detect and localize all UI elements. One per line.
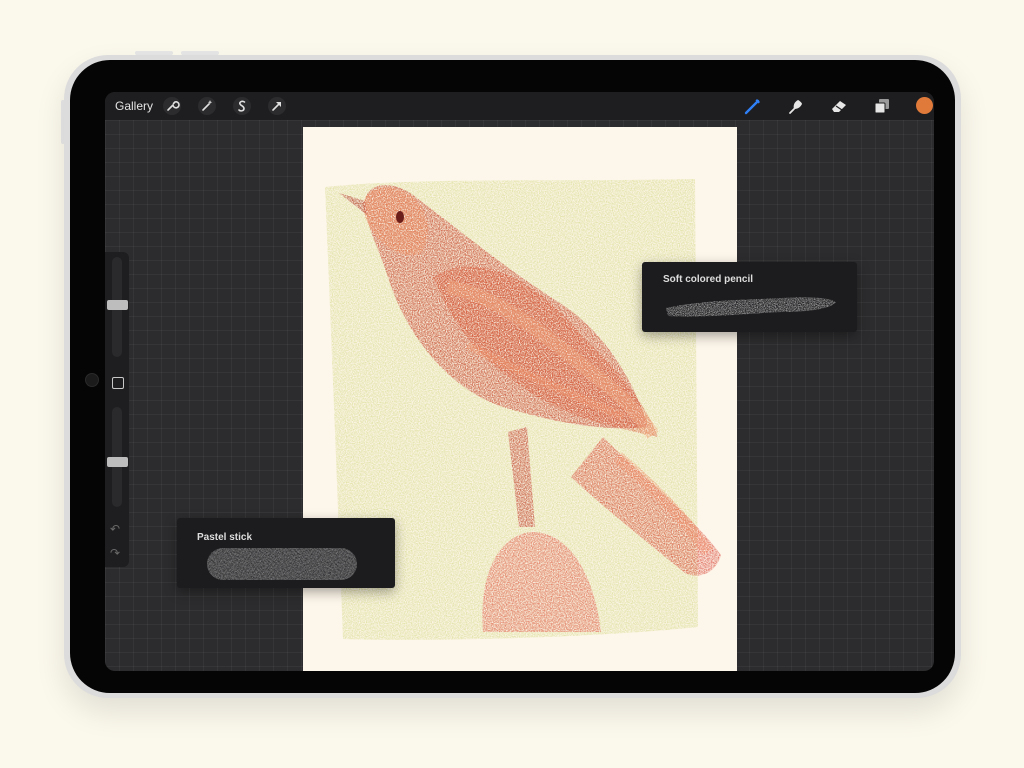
gallery-button[interactable]: Gallery bbox=[115, 99, 153, 113]
selection-icon[interactable] bbox=[232, 96, 252, 116]
redo-icon[interactable]: ↷ bbox=[110, 546, 120, 560]
brush-opacity-slider[interactable] bbox=[107, 407, 128, 507]
magic-wand-icon[interactable] bbox=[197, 96, 217, 116]
bird-eye bbox=[396, 211, 404, 223]
undo-icon[interactable]: ↶ bbox=[110, 522, 120, 536]
top-toolbar: Gallery bbox=[105, 92, 934, 120]
brush-size-slider[interactable] bbox=[107, 257, 128, 357]
ipad-device: Gallery ↶ ↷ Soft colored pencil Pastel s… bbox=[64, 55, 961, 698]
bird-artwork bbox=[325, 179, 721, 640]
procreate-screen: Gallery ↶ ↷ Soft colored pencil Pastel s… bbox=[105, 92, 934, 671]
modify-square-icon[interactable] bbox=[112, 377, 124, 389]
brush-icon[interactable] bbox=[743, 96, 763, 116]
wrench-icon[interactable] bbox=[162, 96, 182, 116]
eraser-icon[interactable] bbox=[829, 96, 849, 116]
brush-stroke-preview bbox=[666, 297, 836, 317]
artwork-canvas[interactable] bbox=[303, 127, 737, 671]
brush-popup-soft-colored-pencil[interactable]: Soft colored pencil bbox=[642, 262, 857, 332]
brush-popup-pastel-stick[interactable]: Pastel stick bbox=[177, 518, 395, 588]
front-camera bbox=[85, 373, 99, 387]
brush-name-soft-colored-pencil: Soft colored pencil bbox=[663, 274, 754, 285]
left-sidebar: ↶ ↷ bbox=[105, 252, 129, 567]
smudge-icon[interactable] bbox=[786, 96, 806, 116]
ipad-bezel: Gallery ↶ ↷ Soft colored pencil Pastel s… bbox=[70, 60, 955, 693]
brush-size-thumb[interactable] bbox=[107, 300, 128, 311]
layers-icon[interactable] bbox=[872, 96, 892, 116]
color-picker-button[interactable] bbox=[916, 97, 933, 114]
transform-arrow-icon[interactable] bbox=[267, 96, 287, 116]
brush-stroke-preview bbox=[207, 548, 357, 580]
brush-opacity-thumb[interactable] bbox=[107, 456, 128, 467]
